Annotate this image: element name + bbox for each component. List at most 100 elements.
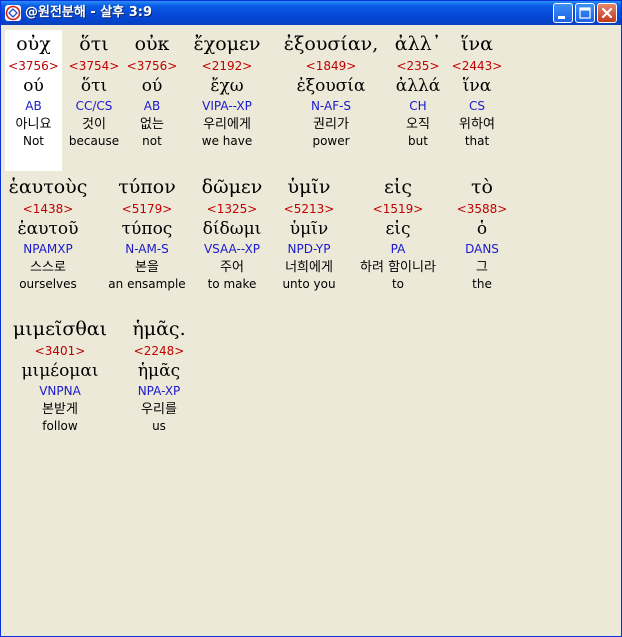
word-block[interactable]: τύπον <5179> τύπος N-AM-S 본을 an ensample <box>108 173 186 292</box>
lemma: ἔχω <box>210 76 244 96</box>
strong-number: <5213> <box>283 202 335 216</box>
greek-word: μιμεῖσθαι <box>12 318 108 340</box>
korean-gloss: 본을 <box>135 260 159 275</box>
korean-gloss: 주어 <box>220 260 244 275</box>
lemma: ἵνα <box>462 76 492 96</box>
parsing-code: NPAMXP <box>23 242 73 256</box>
parsing-code: PA <box>390 242 406 256</box>
strong-number: <1325> <box>206 202 258 216</box>
strong-number: <2248> <box>133 344 185 358</box>
minimize-button[interactable] <box>553 3 573 23</box>
english-gloss: Not <box>22 134 45 148</box>
strong-number: <1438> <box>22 202 74 216</box>
parsing-code: NPD-YP <box>287 242 331 256</box>
strong-number: <3588> <box>456 202 508 216</box>
lemma: ἐξουσία <box>296 76 366 96</box>
greek-word: οὐκ <box>134 33 170 55</box>
word-block[interactable]: ὑμῖν <5213> ὑμῖν NPD-YP 너희에게 unto you <box>276 173 342 292</box>
close-button[interactable] <box>597 3 617 23</box>
english-gloss: an ensample <box>108 277 186 291</box>
word-block[interactable]: οὐχ <3756> ού AB 아니요 Not <box>5 30 62 171</box>
strong-number: <3756> <box>8 59 59 73</box>
word-block[interactable]: ἔχομεν <2192> ἔχω VIPA--XP 우리에게 we have <box>182 30 272 149</box>
parsing-code: VSAA--XP <box>203 242 261 256</box>
greek-word: ἐξουσίαν, <box>283 33 379 55</box>
lemma: μιμέομαι <box>21 361 99 381</box>
greek-word: ἡμᾶς. <box>132 318 186 340</box>
word-block[interactable]: εἰς <1519> εἰς PA 하려 함이니라 to <box>350 173 446 292</box>
word-block[interactable]: ὅτι <3754> ὅτι CC/CS 것이 because <box>66 30 122 149</box>
greek-word: ἑαυτοὺς <box>8 176 88 198</box>
greek-word: οὐχ <box>16 33 51 55</box>
korean-gloss: 오직 <box>406 117 430 132</box>
parsing-code: AB <box>25 99 42 113</box>
english-gloss: but <box>408 134 428 148</box>
greek-word: εἰς <box>384 176 412 198</box>
korean-gloss: 그 <box>476 260 488 275</box>
parsing-code: N-AM-S <box>125 242 169 256</box>
lemma: ὁ <box>476 219 488 239</box>
english-gloss: us <box>152 419 166 433</box>
korean-gloss: 너희에게 <box>285 260 333 275</box>
greek-word: ἀλλ᾽ <box>394 33 442 55</box>
strong-number: <1849> <box>305 59 357 73</box>
lemma: ού <box>23 76 44 96</box>
parsing-code: VNPNA <box>39 384 81 398</box>
korean-gloss: 위하여 <box>459 117 495 132</box>
lemma: ἀλλά <box>395 76 441 96</box>
word-block[interactable]: οὐκ <3756> ού AB 없는 not <box>126 30 178 149</box>
title-bar[interactable]: @원전분해 - 살후 3:9 <box>1 1 621 25</box>
parsing-code: AB <box>143 99 161 113</box>
greek-word: ἵνα <box>461 33 493 55</box>
parsing-code: DANS <box>465 242 499 256</box>
korean-gloss: 권리가 <box>313 117 349 132</box>
word-block[interactable]: ἀλλ᾽ <235> ἀλλά CH 오직 but <box>388 30 448 149</box>
lemma: ἑαυτοῦ <box>17 219 79 239</box>
korean-gloss: 것이 <box>82 117 106 132</box>
word-block[interactable]: ἐξουσίαν, <1849> ἐξουσία N-AF-S 권리가 powe… <box>276 30 386 149</box>
korean-gloss: 하려 함이니라 <box>360 260 436 275</box>
strong-number: <3401> <box>34 344 86 358</box>
korean-gloss: 우리에게 <box>203 117 251 132</box>
word-block[interactable]: ἵνα <2443> ἵνα CS 위하여 that <box>450 30 504 149</box>
lemma: δίδωμι <box>202 219 262 239</box>
app-icon[interactable] <box>5 5 21 21</box>
greek-word: ἔχομεν <box>193 33 261 55</box>
greek-word: δῶμεν <box>201 176 263 198</box>
english-gloss: to make <box>207 277 257 291</box>
word-block[interactable]: ἑαυτοὺς <1438> ἑαυτοῦ NPAMXP 스스로 ourselv… <box>4 173 92 292</box>
lemma: ού <box>141 76 163 96</box>
window-title: @원전분해 - 살후 3:9 <box>25 5 153 20</box>
strong-number: <3754> <box>68 59 120 73</box>
korean-gloss: 없는 <box>140 117 164 132</box>
interlinear-panel: οὐχ <3756> ού AB 아니요 Not ὅτι <3754> ὅτι … <box>4 25 618 632</box>
english-gloss: to <box>391 277 405 291</box>
english-gloss: not <box>142 134 162 148</box>
korean-gloss: 스스로 <box>30 260 66 275</box>
parsing-code: CH <box>409 99 427 113</box>
lemma: ὅτι <box>80 76 108 96</box>
lemma: τύπος <box>121 219 173 239</box>
strong-number: <2192> <box>201 59 253 73</box>
lemma: εἰς <box>385 219 411 239</box>
strong-number: <235> <box>396 59 440 73</box>
word-block[interactable]: μιμεῖσθαι <3401> μιμέομαι VNPNA 본받게 foll… <box>6 315 114 434</box>
strong-number: <3756> <box>126 59 178 73</box>
english-gloss: because <box>68 134 120 148</box>
word-block[interactable]: τὸ <3588> ὁ DANS 그 the <box>454 173 510 292</box>
parsing-code: VIPA--XP <box>202 99 252 113</box>
lemma: ὑμῖν <box>289 219 329 239</box>
english-gloss: ourselves <box>19 277 77 291</box>
word-block[interactable]: ἡμᾶς. <2248> ἡμᾶς NPA-XP 우리를 us <box>124 315 194 434</box>
word-block[interactable]: δῶμεν <1325> δίδωμι VSAA--XP 주어 to make <box>194 173 270 292</box>
parsing-code: NPA-XP <box>137 384 181 398</box>
english-gloss: follow <box>42 419 78 433</box>
korean-gloss: 본받게 <box>42 402 78 417</box>
strong-number: <2443> <box>451 59 503 73</box>
maximize-button[interactable] <box>575 3 595 23</box>
english-gloss: we have <box>201 134 253 148</box>
korean-gloss: 아니요 <box>15 117 52 132</box>
lemma: ἡμᾶς <box>137 361 181 381</box>
greek-word: ὅτι <box>79 33 109 55</box>
strong-number: <5179> <box>121 202 173 216</box>
